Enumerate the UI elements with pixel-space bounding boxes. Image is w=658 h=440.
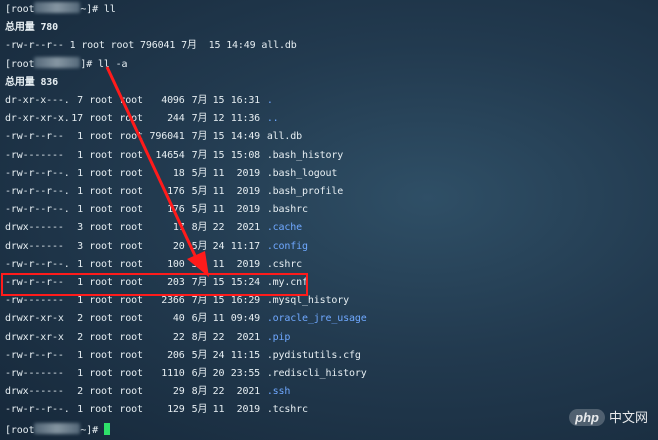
php-logo: php [569,409,605,426]
arrow-head [187,251,209,277]
watermark-text: 中文网 [608,410,648,425]
terminal-window[interactable]: [root ~]# ll 总用量 780 -rw-r--r-- 1 root ro… [0,0,658,440]
arrow-shaft [105,66,200,263]
watermark: php 中文网 [569,407,648,426]
annotation-arrow [105,66,209,277]
